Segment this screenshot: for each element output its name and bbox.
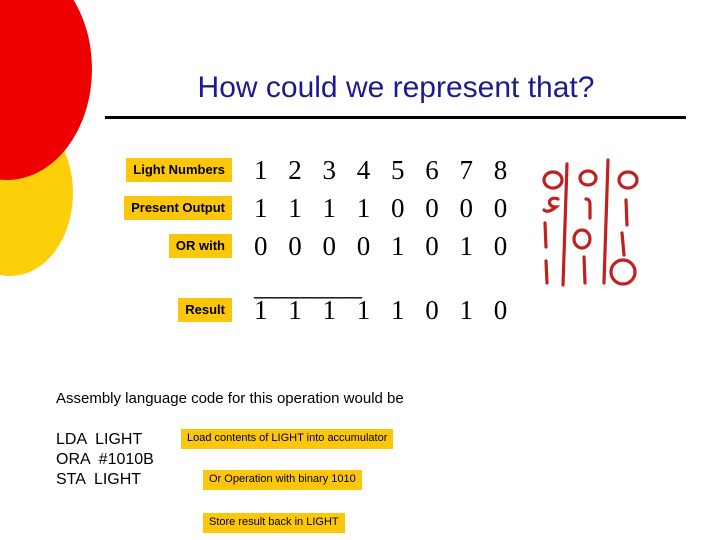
sketch-divider-stroke	[602, 158, 610, 285]
row-digits-result: 1 1 1 1 1 0 1 0	[254, 295, 515, 325]
row-label-result: Result	[178, 298, 232, 322]
code-line: LDA LIGHT Load contents of LIGHT into ac…	[56, 429, 394, 450]
code-note-sta: Store result back in LIGHT	[203, 513, 345, 533]
sketch-digit-one	[584, 197, 592, 220]
row-label-or-with: OR with	[168, 234, 232, 258]
sketch-digit-one	[620, 231, 626, 257]
sketch-digit-one	[543, 221, 548, 249]
row-digits-light-numbers: 1 2 3 4 5 6 7 8	[254, 155, 515, 185]
row-digits-present-output: 1 1 1 1 0 0 0 0	[254, 193, 515, 223]
assembly-intro-text: Assembly language code for this operatio…	[56, 390, 404, 407]
sketch-digit-zero	[609, 258, 637, 286]
slide-title: How could we represent that?	[197, 71, 595, 104]
sketch-digit-one	[582, 255, 587, 285]
handwritten-sketch	[542, 158, 639, 287]
code-instruction-lda: LDA LIGHT	[56, 431, 143, 448]
sketch-divider-stroke	[561, 162, 569, 287]
code-instruction-sta: STA LIGHT	[56, 471, 142, 488]
row-digits-or-with: 0 0 0 0 1 0 1 0	[254, 231, 515, 261]
code-line: ORA #1010B Or Operation with binary 1010	[56, 450, 362, 490]
sketch-digit-zero	[542, 170, 564, 190]
table-divider-underscores: ________	[254, 271, 362, 301]
assembly-code-block: LDA LIGHT Load contents of LIGHT into ac…	[56, 429, 394, 533]
row-label-cell: Present Output	[0, 196, 232, 220]
sketch-digit-zero	[578, 169, 598, 187]
code-note-lda: Load contents of LIGHT into accumulator	[181, 429, 394, 449]
row-label-cell: Result	[0, 298, 232, 322]
row-label-cell: Light Numbers	[0, 158, 232, 182]
decorative-red-circle	[0, 0, 92, 180]
row-label-cell: OR with	[0, 234, 232, 258]
title-underline-rule	[105, 116, 686, 119]
code-note-ora: Or Operation with binary 1010	[203, 470, 362, 490]
sketch-digit-one	[544, 259, 549, 285]
code-instruction-ora: ORA #1010B	[56, 451, 154, 468]
table-row-result: Result 1 1 1 1 1 0 1 0	[0, 295, 720, 325]
row-label-light-numbers: Light Numbers	[126, 158, 232, 182]
sketch-digit-zero	[572, 228, 592, 250]
row-label-present-output: Present Output	[124, 196, 232, 220]
sketch-digit-one	[542, 196, 561, 213]
sketch-digit-zero	[617, 170, 639, 190]
code-line: STA LIGHT Store result back in LIGHT	[56, 470, 345, 533]
sketch-digit-one	[624, 198, 629, 227]
